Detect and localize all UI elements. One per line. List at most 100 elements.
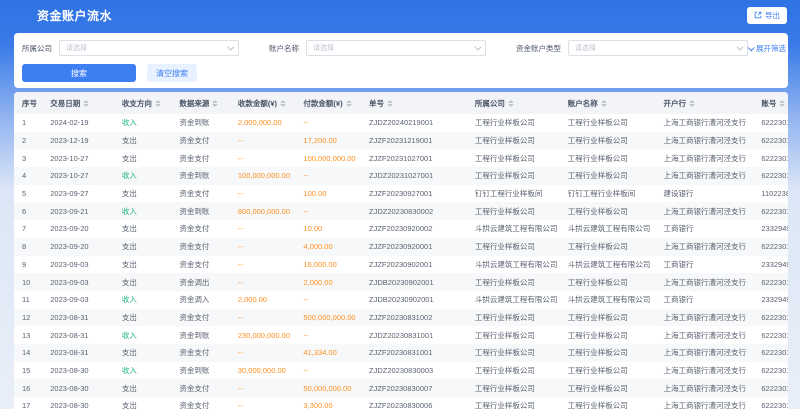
table-row: 42023-10-27收入资金到账100,000,000.00--ZJDZ202…: [14, 167, 788, 185]
table-row: 22023-12-19支出资金支付--17,200.00ZJZF20231219…: [14, 132, 788, 150]
cell-direction: 收入: [114, 202, 172, 220]
account-type-select[interactable]: 请选择: [568, 40, 748, 56]
account-type-select-placeholder: 请选择: [575, 43, 596, 53]
cell-source: 资金支付: [171, 238, 230, 256]
cell-no: 2: [14, 132, 42, 150]
cell-receive: 30,000,000.00: [230, 362, 296, 380]
cell-date: 2023-09-03: [42, 291, 114, 309]
cell-account_name: 工程行业样板公司: [560, 379, 656, 397]
table-row: 142023-08-31支出资金支付--41,334.00ZJZF2023083…: [14, 344, 788, 362]
cell-pay: --: [295, 291, 361, 309]
cell-order_no: ZJDZ20231027001: [361, 167, 467, 185]
cell-pay: 3,300.00: [295, 397, 361, 409]
column-header-direction[interactable]: 收支方向: [114, 92, 172, 114]
cell-account_name: 斗拱云建筑工程有限公司: [560, 291, 656, 309]
cell-account_name: 工程行业样板公司: [560, 167, 656, 185]
column-header-order_no[interactable]: 单号: [361, 92, 467, 114]
column-header-receive[interactable]: 收款金额(¥): [230, 92, 296, 114]
cell-order_no: ZJDB20230902001: [361, 291, 467, 309]
cell-date: 2023-08-31: [42, 344, 114, 362]
cell-date: 2023-10-27: [42, 167, 114, 185]
table-row: 12024-02-19收入资金到账2,000,000.00--ZJDZ20240…: [14, 114, 788, 132]
cell-order_no: ZJDB20230902001: [361, 273, 467, 291]
sort-icon[interactable]: [689, 100, 695, 108]
clear-search-button[interactable]: 清空搜索: [147, 64, 197, 82]
column-header-bank[interactable]: 开户行: [656, 92, 754, 114]
sort-icon[interactable]: [346, 100, 352, 108]
cell-date: 2023-09-03: [42, 256, 114, 274]
cell-date: 2023-09-20: [42, 220, 114, 238]
cell-account_no: 11022382: [753, 185, 788, 203]
sort-icon[interactable]: [212, 100, 218, 108]
sort-icon[interactable]: [508, 100, 514, 108]
cell-account_name: 斗拱云建筑工程有限公司: [560, 256, 656, 274]
cell-account_name: 钉钉工程行业样板间: [560, 185, 656, 203]
cell-receive: 2,000,000.00: [230, 114, 296, 132]
sort-icon[interactable]: [280, 100, 286, 108]
cell-bank: 上海工商银行漕河泾支行: [656, 379, 754, 397]
filter-label-account-type: 资金账户类型: [516, 43, 561, 54]
cell-order_no: ZJDZ20230831001: [361, 326, 467, 344]
sort-icon[interactable]: [83, 100, 89, 108]
account-name-select[interactable]: 请选择: [306, 40, 486, 56]
company-select-placeholder: 请选择: [66, 43, 87, 53]
cell-account_name: 工程行业样板公司: [560, 397, 656, 409]
cell-direction: 支出: [114, 238, 172, 256]
cell-date: 2023-09-20: [42, 238, 114, 256]
cell-company: 工程行业样板公司: [467, 132, 560, 150]
table-header-row: 序号交易日期收支方向数据来源收款金额(¥)付款金额(¥)单号所属公司账户名称开户…: [14, 92, 788, 114]
cell-no: 5: [14, 185, 42, 203]
cell-receive: 2,000.00: [230, 291, 296, 309]
cell-direction: 支出: [114, 344, 172, 362]
cell-no: 16: [14, 379, 42, 397]
sort-icon[interactable]: [601, 100, 607, 108]
filter-group-account-type: 资金账户类型 请选择: [516, 40, 748, 56]
cell-account_name: 工程行业样板公司: [560, 362, 656, 380]
cell-no: 7: [14, 220, 42, 238]
column-header-pay[interactable]: 付款金额(¥): [295, 92, 361, 114]
sort-icon[interactable]: [779, 100, 785, 108]
cell-receive: --: [230, 397, 296, 409]
cell-bank: 上海工商银行漕河泾支行: [656, 167, 754, 185]
cell-account_no: 622230111: [753, 238, 788, 256]
column-header-account_no[interactable]: 账号: [753, 92, 788, 114]
column-header-company[interactable]: 所属公司: [467, 92, 560, 114]
cell-receive: --: [230, 273, 296, 291]
cell-company: 工程行业样板公司: [467, 273, 560, 291]
cell-bank: 上海工商银行漕河泾支行: [656, 344, 754, 362]
cell-order_no: ZJZF20230902001: [361, 256, 467, 274]
cell-bank: 建设银行: [656, 185, 754, 203]
cell-receive: 100,000,000.00: [230, 167, 296, 185]
expand-filters-label: 展开筛选: [756, 43, 786, 54]
cell-account_no: 622230111: [753, 362, 788, 380]
flow-table-card: 序号交易日期收支方向数据来源收款金额(¥)付款金额(¥)单号所属公司账户名称开户…: [14, 92, 788, 409]
cell-company: 斗拱云建筑工程有限公司: [467, 220, 560, 238]
cell-source: 资金支付: [171, 256, 230, 274]
column-header-date[interactable]: 交易日期: [42, 92, 114, 114]
filter-label-account-name: 账户名称: [269, 43, 299, 54]
column-header-account_name[interactable]: 账户名称: [560, 92, 656, 114]
cell-pay: 41,334.00: [295, 344, 361, 362]
column-header-source[interactable]: 数据来源: [171, 92, 230, 114]
cell-account_no: 622230111: [753, 132, 788, 150]
cell-source: 资金支付: [171, 344, 230, 362]
table-row: 162023-08-30支出资金支付--50,000,000.00ZJZF202…: [14, 379, 788, 397]
cell-receive: --: [230, 220, 296, 238]
column-header-label: 交易日期: [50, 99, 80, 108]
cell-company: 工程行业样板公司: [467, 149, 560, 167]
cell-company: 工程行业样板公司: [467, 167, 560, 185]
cell-order_no: ZJZF20230927001: [361, 185, 467, 203]
cell-company: 斗拱云建筑工程有限公司: [467, 291, 560, 309]
cell-source: 资金支付: [171, 132, 230, 150]
cell-source: 资金到账: [171, 167, 230, 185]
cell-no: 11: [14, 291, 42, 309]
sort-icon[interactable]: [387, 100, 393, 108]
export-button[interactable]: 导出: [747, 7, 787, 24]
company-select[interactable]: 请选择: [59, 40, 239, 56]
expand-filters-link[interactable]: 展开筛选: [748, 43, 786, 54]
search-button[interactable]: 搜索: [22, 64, 136, 82]
cell-company: 工程行业样板公司: [467, 344, 560, 362]
sort-icon[interactable]: [155, 100, 161, 108]
cell-direction: 支出: [114, 273, 172, 291]
cell-account_name: 斗拱云建筑工程有限公司: [560, 220, 656, 238]
